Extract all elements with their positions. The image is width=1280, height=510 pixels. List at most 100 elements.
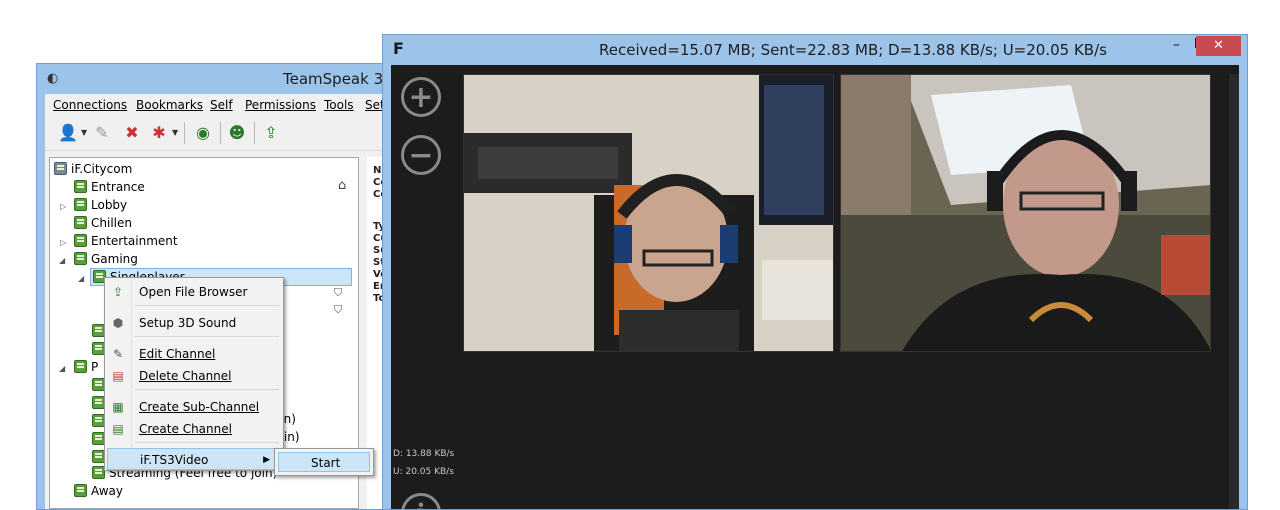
delete-icon: ▤	[112, 369, 124, 383]
away-icon[interactable]: ◉	[192, 122, 214, 144]
shield-icon: ⛉	[334, 303, 343, 316]
expand-arrow-icon[interactable]: ▷	[60, 238, 66, 247]
cube-icon: ⬢	[112, 316, 124, 330]
server-icon	[54, 162, 67, 175]
menu-separator	[135, 389, 279, 390]
toolbar-separator	[220, 122, 221, 144]
channel-label: Gaming	[91, 252, 138, 266]
toolbar-separator	[184, 122, 185, 144]
minus-icon: −	[408, 138, 434, 173]
menu-item-setup-3d-sound[interactable]: ⬢ Setup 3D Sound	[107, 312, 281, 334]
channel-row-lobby[interactable]: Lobby	[74, 196, 127, 214]
menu-item-label: Create Channel	[139, 422, 232, 436]
window-title: TeamSpeak 3	[283, 70, 384, 88]
minimize-button[interactable]: –	[1173, 37, 1180, 53]
zoom-out-button[interactable]: −	[401, 135, 441, 175]
menu-separator	[135, 442, 279, 443]
collapse-arrow-icon[interactable]: ◢	[59, 364, 65, 373]
menu-item-label: iF.TS3Video	[140, 453, 209, 467]
channel-row-partial[interactable]: P	[74, 358, 98, 376]
menu-item-label: Create Sub-Channel	[139, 400, 260, 414]
toolbar-separator	[254, 122, 255, 144]
channel-icon	[74, 252, 87, 265]
menu-bar: Connections Bookmarks Self Permissions T…	[45, 94, 395, 116]
chevron-down-icon[interactable]: ▼	[81, 128, 87, 137]
home-icon: ⌂	[338, 178, 347, 193]
channel-label: Chillen	[91, 216, 132, 230]
menu-tools[interactable]: Tools	[324, 98, 354, 112]
download-rate: D: 13.88 KB/s	[393, 449, 455, 459]
menu-separator	[135, 336, 279, 337]
connect-icon[interactable]: 👤	[57, 122, 79, 144]
info-button[interactable]: i	[401, 493, 441, 510]
menu-permissions[interactable]: Permissions	[245, 98, 316, 112]
mute-speakers-icon[interactable]: ✱	[148, 122, 170, 144]
close-button[interactable]: ✕	[1196, 36, 1241, 56]
channel-row-chillen[interactable]: Chillen	[74, 214, 132, 232]
channel-row-entrance[interactable]: Entrance	[74, 178, 145, 196]
bookmark-icon[interactable]: ✎	[91, 122, 113, 144]
menu-item-start[interactable]: Start	[278, 452, 370, 472]
video-window: F Received=15.07 MB; Sent=22.83 MB; D=13…	[382, 34, 1248, 510]
ts3video-logo-icon: F	[393, 39, 404, 58]
menu-item-open-file-browser[interactable]: ⇪ Open File Browser	[107, 281, 281, 303]
video-titlebar[interactable]: F Received=15.07 MB; Sent=22.83 MB; D=13…	[383, 35, 1247, 65]
menu-item-edit-channel[interactable]: ✎ Edit Channel	[107, 343, 281, 365]
shield-icon: ⛉	[334, 286, 343, 299]
context-menu: ⇪ Open File Browser ⬢ Setup 3D Sound ✎ E…	[104, 277, 284, 471]
menu-separator	[135, 305, 279, 306]
menu-item-label: Open File Browser	[139, 285, 248, 299]
chevron-down-icon[interactable]: ▼	[172, 128, 178, 137]
video-feed-left[interactable]	[463, 74, 834, 352]
channel-icon	[74, 198, 87, 211]
plus-icon: +	[408, 80, 434, 115]
toolbar: 👤 ▼ ✎ ✖ ✱ ▼ ◉ ☻ ⇪	[45, 116, 395, 151]
server-name: iF.Citycom	[71, 162, 133, 176]
channel-label: Lobby	[91, 198, 128, 212]
menu-item-create-channel[interactable]: ▤ Create Channel	[107, 418, 281, 440]
video-window-title: Received=15.07 MB; Sent=22.83 MB; D=13.8…	[599, 41, 1107, 59]
menu-item-label: Setup 3D Sound	[139, 316, 237, 330]
menu-connections[interactable]: Connections	[53, 98, 127, 112]
video-feed-right[interactable]	[840, 74, 1211, 352]
collapse-arrow-icon[interactable]: ◢	[78, 274, 84, 283]
webcam-image-left	[464, 75, 833, 351]
channel-icon	[74, 180, 87, 193]
folder-icon: ⇪	[112, 285, 124, 299]
ts3video-submenu: Start	[274, 448, 374, 476]
edit-icon: ✎	[112, 347, 124, 361]
menu-item-label: Delete Channel	[139, 369, 232, 383]
create-sub-icon: ▦	[112, 400, 124, 414]
channel-icon	[74, 216, 87, 229]
channel-icon	[74, 234, 87, 247]
server-row[interactable]: iF.Citycom	[54, 160, 132, 178]
channel-row-away[interactable]: Away	[74, 482, 123, 500]
video-area: + − D: 13.88 KB/s U: 20.05 KB/s	[391, 65, 1239, 509]
menu-item-delete-channel[interactable]: ▤ Delete Channel	[107, 365, 281, 387]
menu-item-label: Edit Channel	[139, 347, 216, 361]
webcam-image-right	[841, 75, 1210, 351]
menu-bookmarks[interactable]: Bookmarks	[136, 98, 203, 112]
info-icon: i	[404, 501, 438, 510]
menu-item-ts3video[interactable]: iF.TS3Video ▶	[107, 448, 281, 470]
teamspeak-app-icon: ◐	[47, 71, 59, 86]
channel-label: Entertainment	[91, 234, 178, 248]
menu-self[interactable]: Self	[210, 98, 233, 112]
expand-arrow-icon[interactable]: ▷	[60, 202, 66, 211]
create-icon: ▤	[112, 422, 124, 436]
teamspeak-titlebar[interactable]: ◐ TeamSpeak 3	[37, 64, 395, 94]
channel-label: Away	[91, 484, 123, 498]
channel-row-gaming[interactable]: Gaming	[74, 250, 138, 268]
mute-microphone-icon[interactable]: ✖	[121, 122, 143, 144]
zoom-in-button[interactable]: +	[401, 77, 441, 117]
file-transfer-icon[interactable]: ⇪	[260, 122, 282, 144]
menu-item-create-sub-channel[interactable]: ▦ Create Sub-Channel	[107, 396, 281, 418]
channel-icon	[74, 360, 87, 373]
channel-row-entertainment[interactable]: Entertainment	[74, 232, 178, 250]
scrollbar[interactable]	[1229, 74, 1239, 509]
channel-label: Entrance	[91, 180, 145, 194]
identity-icon[interactable]: ☻	[226, 122, 248, 144]
channel-icon	[74, 484, 87, 497]
collapse-arrow-icon[interactable]: ◢	[59, 256, 65, 265]
submenu-arrow-icon: ▶	[263, 455, 270, 465]
